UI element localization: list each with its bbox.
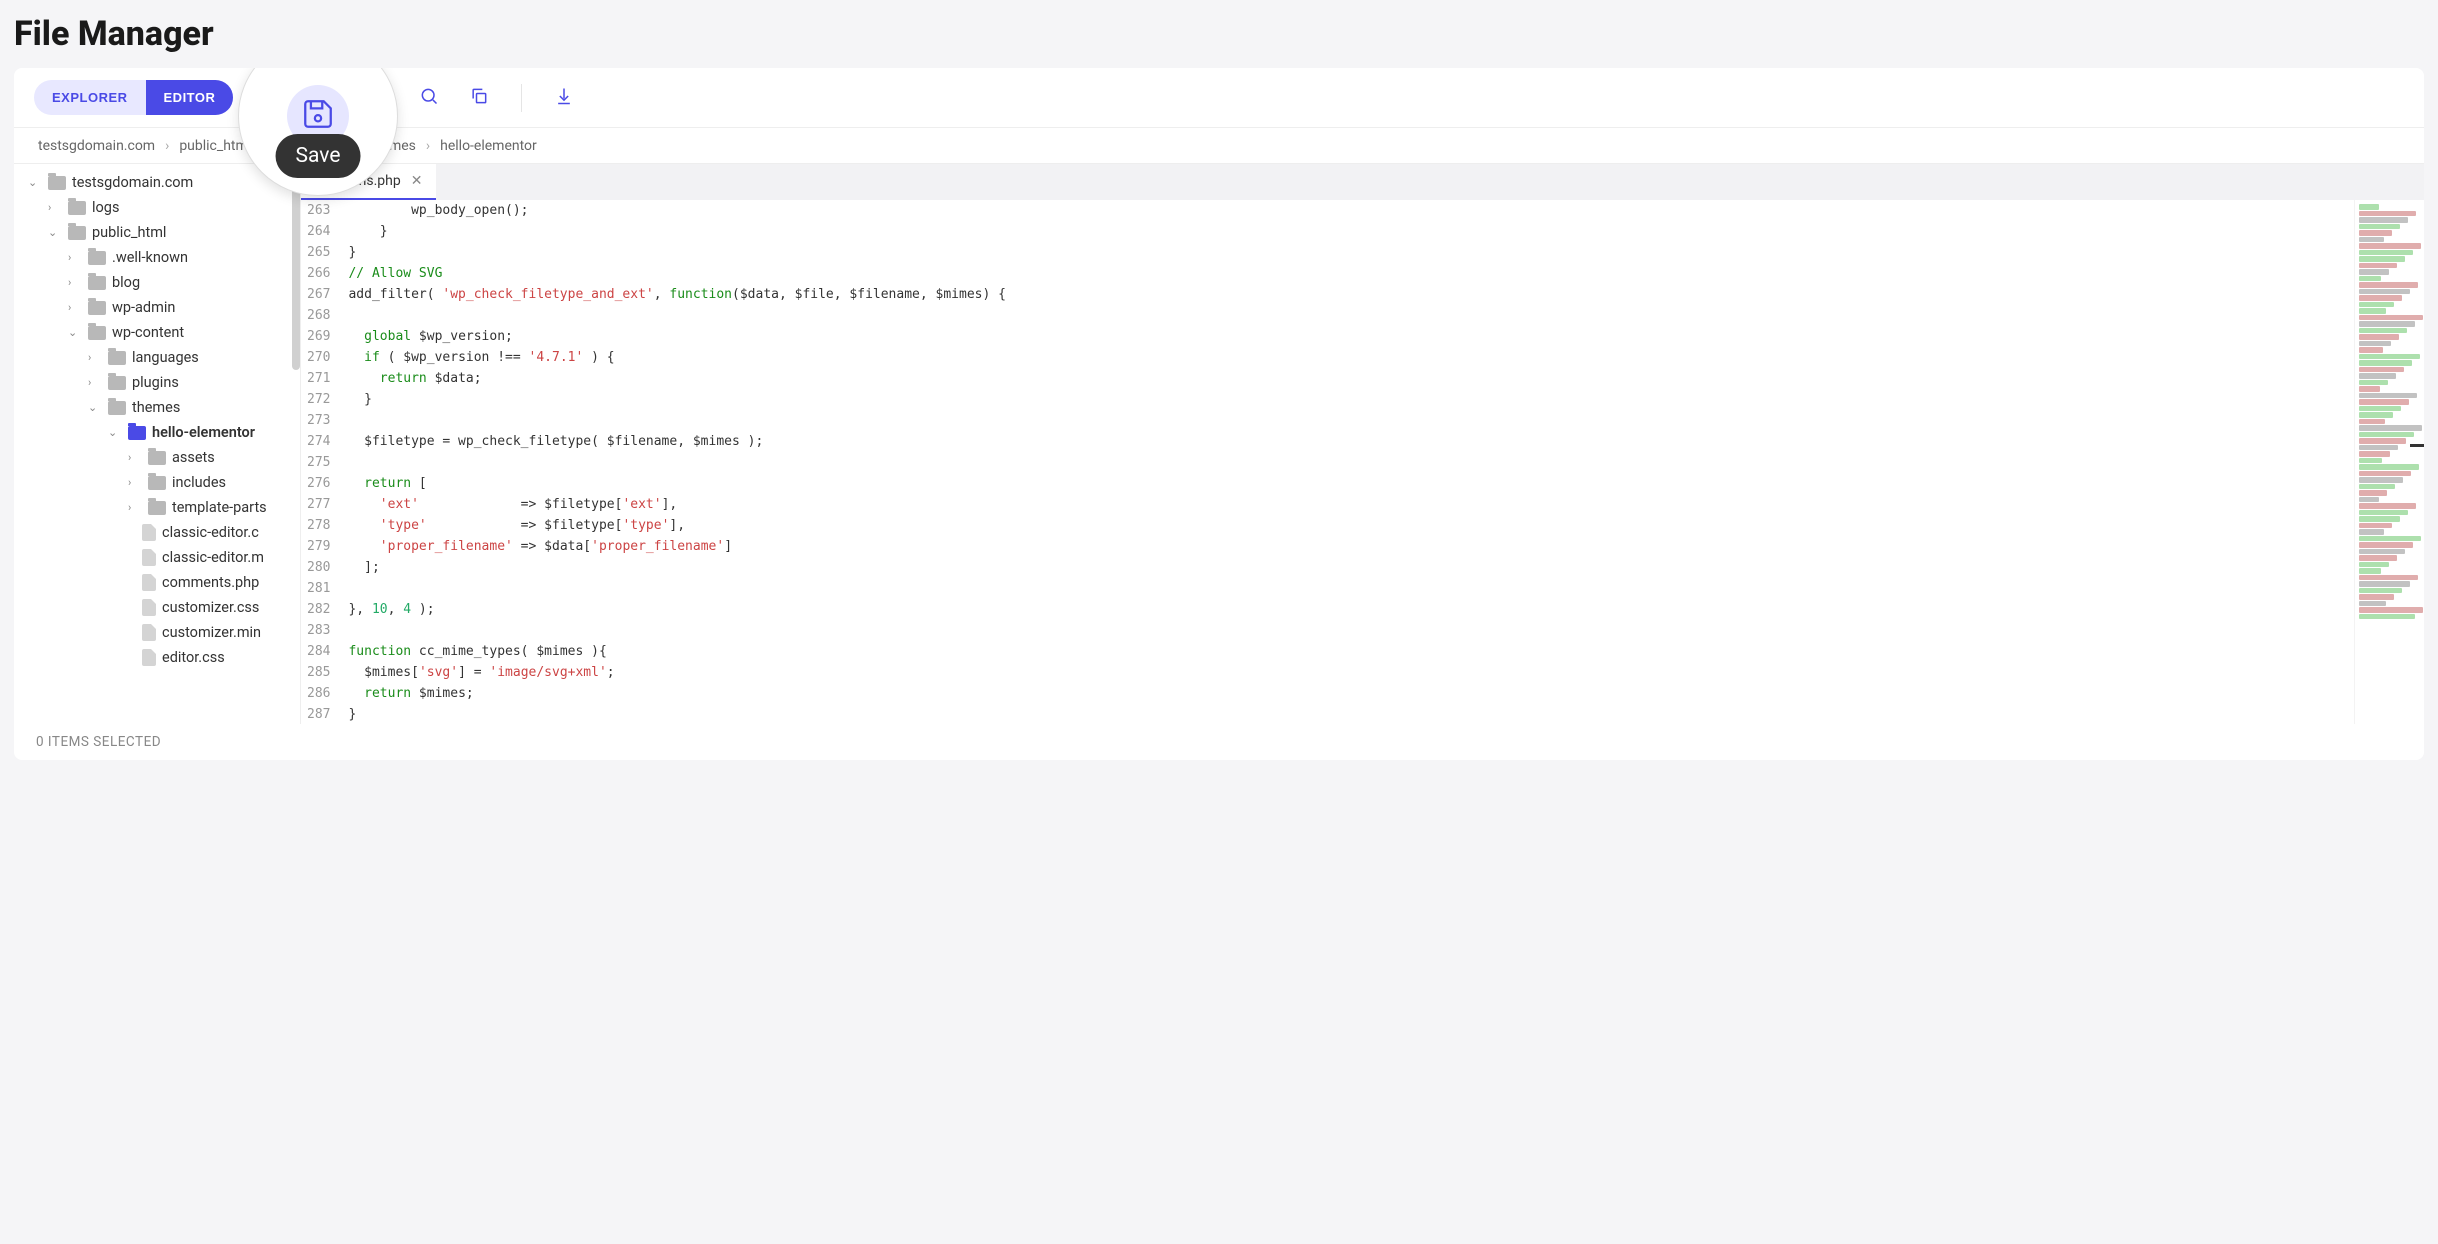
- download-button[interactable]: [552, 86, 576, 110]
- folder-icon: [88, 326, 106, 340]
- copy-icon: [469, 86, 489, 110]
- toolbar: EXPLORER EDITOR: [14, 68, 2424, 128]
- chevron-right-icon[interactable]: ›: [68, 251, 82, 264]
- folder-icon: [88, 301, 106, 315]
- tree-folder[interactable]: ›.well-known: [14, 245, 300, 270]
- folder-icon: [68, 201, 86, 215]
- toolbar-divider: [521, 84, 522, 112]
- folder-icon: [148, 451, 166, 465]
- view-mode-switch: EXPLORER EDITOR: [34, 80, 233, 115]
- file-icon: [142, 624, 156, 641]
- copy-button[interactable]: [467, 86, 491, 110]
- tree-file[interactable]: classic-editor.m: [14, 545, 300, 570]
- search-button[interactable]: [417, 86, 441, 110]
- tree-folder[interactable]: ›plugins: [14, 370, 300, 395]
- chevron-right-icon[interactable]: ›: [88, 376, 102, 389]
- folder-icon: [148, 501, 166, 515]
- folder-icon: [88, 251, 106, 265]
- download-icon: [554, 86, 574, 110]
- file-tree[interactable]: ⌄testsgdomain.com ›logs ⌄public_html ›.w…: [14, 164, 300, 724]
- folder-icon: [48, 176, 66, 190]
- chevron-right-icon[interactable]: ›: [68, 301, 82, 314]
- tree-file[interactable]: customizer.css: [14, 595, 300, 620]
- line-gutter: 2632642652662672682692702712722732742752…: [301, 200, 340, 724]
- file-icon: [142, 524, 156, 541]
- chevron-right-icon[interactable]: ›: [128, 451, 142, 464]
- search-icon: [419, 86, 439, 110]
- chevron-right-icon[interactable]: ›: [48, 201, 62, 214]
- save-callout: Save: [238, 68, 398, 196]
- tree-folder[interactable]: ⌄public_html: [14, 220, 300, 245]
- folder-icon: [128, 426, 146, 440]
- tree-folder[interactable]: ›languages: [14, 345, 300, 370]
- tree-scrollbar[interactable]: [292, 170, 300, 370]
- folder-icon: [88, 276, 106, 290]
- chevron-down-icon[interactable]: ⌄: [48, 226, 62, 239]
- editor-tab[interactable]: EDITOR: [146, 80, 234, 115]
- tree-folder[interactable]: ›assets: [14, 445, 300, 470]
- chevron-down-icon[interactable]: ⌄: [28, 176, 42, 189]
- page-title: File Manager: [14, 14, 2424, 54]
- tree-folder[interactable]: ›includes: [14, 470, 300, 495]
- chevron-down-icon[interactable]: ⌄: [88, 401, 102, 414]
- tree-folder[interactable]: ›template-parts: [14, 495, 300, 520]
- file-icon: [142, 574, 156, 591]
- status-bar: 0 ITEMS SELECTED: [14, 724, 2424, 760]
- folder-icon: [148, 476, 166, 490]
- tree-file[interactable]: classic-editor.c: [14, 520, 300, 545]
- chevron-right-icon[interactable]: ›: [88, 351, 102, 364]
- chevron-down-icon[interactable]: ⌄: [108, 426, 122, 439]
- folder-icon: [108, 376, 126, 390]
- breadcrumb-item[interactable]: hello-elementor: [440, 138, 537, 154]
- tree-folder[interactable]: ›blog: [14, 270, 300, 295]
- chevron-right-icon[interactable]: ›: [128, 501, 142, 514]
- breadcrumb-item[interactable]: testsgdomain.com: [38, 138, 155, 154]
- code-area[interactable]: wp_body_open(); }}// Allow SVGadd_filter…: [340, 200, 2354, 724]
- close-icon[interactable]: ✕: [411, 173, 423, 189]
- tree-file[interactable]: comments.php: [14, 570, 300, 595]
- minimap[interactable]: [2354, 200, 2424, 724]
- file-icon: [142, 649, 156, 666]
- tree-folder-active[interactable]: ⌄hello-elementor: [14, 420, 300, 445]
- file-icon: [142, 599, 156, 616]
- tree-folder[interactable]: ›wp-admin: [14, 295, 300, 320]
- tree-file[interactable]: editor.css: [14, 645, 300, 670]
- file-tabs: functions.php ✕: [301, 164, 2424, 200]
- explorer-tab[interactable]: EXPLORER: [34, 80, 146, 115]
- chevron-right-icon[interactable]: ›: [128, 476, 142, 489]
- code-editor[interactable]: 2632642652662672682692702712722732742752…: [301, 200, 2424, 724]
- resize-handle[interactable]: [2410, 444, 2424, 447]
- folder-icon: [68, 226, 86, 240]
- chevron-right-icon[interactable]: ›: [68, 276, 82, 289]
- tree-file[interactable]: customizer.min: [14, 620, 300, 645]
- save-tooltip: Save: [276, 134, 361, 178]
- tree-folder[interactable]: ⌄wp-content: [14, 320, 300, 345]
- save-icon: [301, 97, 335, 135]
- folder-icon: [108, 351, 126, 365]
- chevron-down-icon[interactable]: ⌄: [68, 326, 82, 339]
- folder-icon: [108, 401, 126, 415]
- file-icon: [142, 549, 156, 566]
- tree-folder[interactable]: ›logs: [14, 195, 300, 220]
- tree-folder[interactable]: ⌄themes: [14, 395, 300, 420]
